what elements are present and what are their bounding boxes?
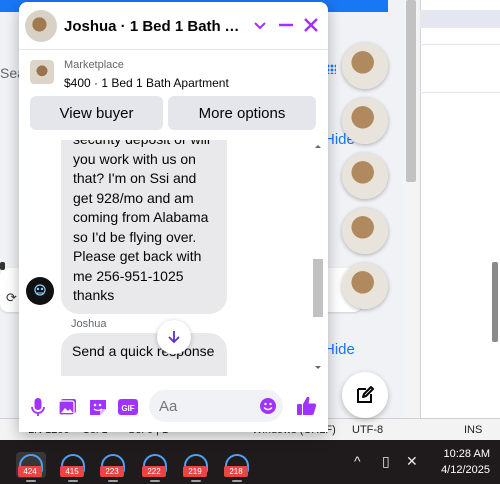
compose-icon bbox=[357, 386, 374, 403]
editor-selected-line bbox=[420, 10, 500, 28]
view-buyer-button[interactable]: View buyer bbox=[30, 96, 163, 130]
scroll-to-bottom-button[interactable] bbox=[157, 320, 191, 354]
message-scrollbar[interactable] bbox=[313, 140, 323, 376]
chat-head-avatar[interactable] bbox=[342, 153, 388, 199]
taskbar-app-icon[interactable]: 219 bbox=[181, 452, 211, 482]
more-options-button[interactable]: More options bbox=[168, 96, 316, 130]
message-line: security deposit or will bbox=[73, 140, 215, 150]
chevron-down-icon[interactable] bbox=[251, 15, 269, 35]
device-icon[interactable]: ▯ bbox=[382, 453, 390, 470]
notification-badge: 415 bbox=[60, 466, 84, 477]
message-line: so I'd be flying over. bbox=[73, 228, 197, 245]
status-encoding: UTF-8 bbox=[352, 424, 384, 436]
chat-header[interactable]: Joshua · 1 Bed 1 Bath Apar... bbox=[19, 2, 328, 50]
message-scrollbar-thumb[interactable] bbox=[313, 259, 323, 317]
hide-link[interactable]: Hide bbox=[324, 341, 355, 358]
notification-badge: 222 bbox=[142, 466, 166, 477]
message-line: me 256-951-1025 bbox=[73, 267, 184, 284]
listing-thumbnail bbox=[30, 60, 54, 84]
chat-title[interactable]: Joshua · 1 Bed 1 Bath Apar... bbox=[64, 18, 250, 35]
listing-title: $400 · 1 Bed 1 Bath Apartment bbox=[64, 76, 229, 90]
message-line: Please get back with bbox=[73, 248, 202, 264]
message-line: thanks bbox=[73, 287, 115, 303]
emoji-icon[interactable] bbox=[259, 397, 277, 415]
volume-muted-icon[interactable]: ✕ bbox=[406, 453, 418, 470]
new-message-button[interactable] bbox=[342, 372, 388, 418]
avatar-graphic-icon bbox=[34, 284, 46, 296]
chat-head-avatar[interactable] bbox=[342, 263, 388, 309]
chat-head-avatar[interactable] bbox=[342, 208, 388, 254]
taskbar-app-icon[interactable]: 222 bbox=[140, 452, 170, 482]
taskbar-app-icon[interactable]: 415 bbox=[58, 452, 88, 482]
editor-line bbox=[420, 44, 500, 45]
photo-icon[interactable] bbox=[57, 396, 79, 418]
message-line: get 928/mo and am bbox=[73, 189, 194, 206]
status-ins: INS bbox=[464, 424, 483, 436]
message-bubble: security deposit or will you work with u… bbox=[61, 140, 227, 314]
feed-marker bbox=[0, 262, 5, 270]
messenger-chat-window: Joshua · 1 Bed 1 Bath Apar... Marketplac… bbox=[19, 2, 328, 432]
message-line: coming from Alabama bbox=[73, 209, 209, 225]
editor-panel bbox=[420, 0, 500, 418]
marketplace-listing[interactable]: Marketplace $400 · 1 Bed 1 Bath Apartmen… bbox=[19, 50, 328, 94]
sender-name: Joshua bbox=[71, 318, 107, 330]
message-list[interactable]: security deposit or will you work with u… bbox=[19, 140, 328, 376]
avatar[interactable] bbox=[25, 10, 57, 42]
taskbar-app-icon[interactable]: 223 bbox=[98, 452, 128, 482]
notification-badge: 223 bbox=[100, 466, 124, 477]
buyer-avatar[interactable] bbox=[26, 277, 54, 305]
chat-head-avatar[interactable] bbox=[342, 98, 388, 144]
thumbs-up-icon[interactable] bbox=[295, 394, 319, 418]
notification-badge: 424 bbox=[18, 466, 42, 477]
svg-text:GIF: GIF bbox=[121, 404, 134, 413]
message-line: that? I'm on Ssi and bbox=[73, 170, 197, 186]
sticker-icon[interactable] bbox=[87, 396, 109, 418]
page-scrollbar-thumb[interactable] bbox=[406, 0, 416, 182]
microphone-icon[interactable] bbox=[27, 396, 49, 418]
gif-icon[interactable]: GIF bbox=[117, 396, 139, 418]
chat-head-avatar[interactable] bbox=[342, 43, 388, 89]
marketplace-label: Marketplace bbox=[64, 59, 124, 71]
notification-badge: 219 bbox=[183, 466, 207, 477]
message-composer: GIF bbox=[19, 382, 328, 432]
chevron-up-icon[interactable]: ^ bbox=[354, 453, 361, 469]
quick-response-suggestion[interactable]: Send a quick response bbox=[61, 333, 227, 376]
taskbar-app-icon[interactable]: 218 bbox=[222, 452, 252, 482]
taskbar: 424 415 223 222 219 218 ^ ▯ ✕ 10:28 AM 4… bbox=[0, 440, 500, 484]
arrow-down-icon bbox=[168, 331, 180, 344]
refresh-icon[interactable]: ⟳ bbox=[6, 290, 17, 306]
clock-date: 4/12/2025 bbox=[441, 464, 490, 476]
message-line: you work with us on bbox=[73, 150, 196, 167]
editor-line bbox=[420, 92, 500, 93]
minimize-icon[interactable] bbox=[276, 15, 296, 35]
notification-badge: 218 bbox=[224, 466, 248, 477]
clock[interactable]: 10:28 AM 4/12/2025 bbox=[441, 446, 490, 478]
taskbar-app-icon[interactable]: 424 bbox=[16, 452, 46, 482]
close-icon[interactable] bbox=[301, 15, 321, 35]
clock-time: 10:28 AM bbox=[443, 448, 490, 460]
editor-scrollbar-thumb[interactable] bbox=[492, 262, 498, 342]
